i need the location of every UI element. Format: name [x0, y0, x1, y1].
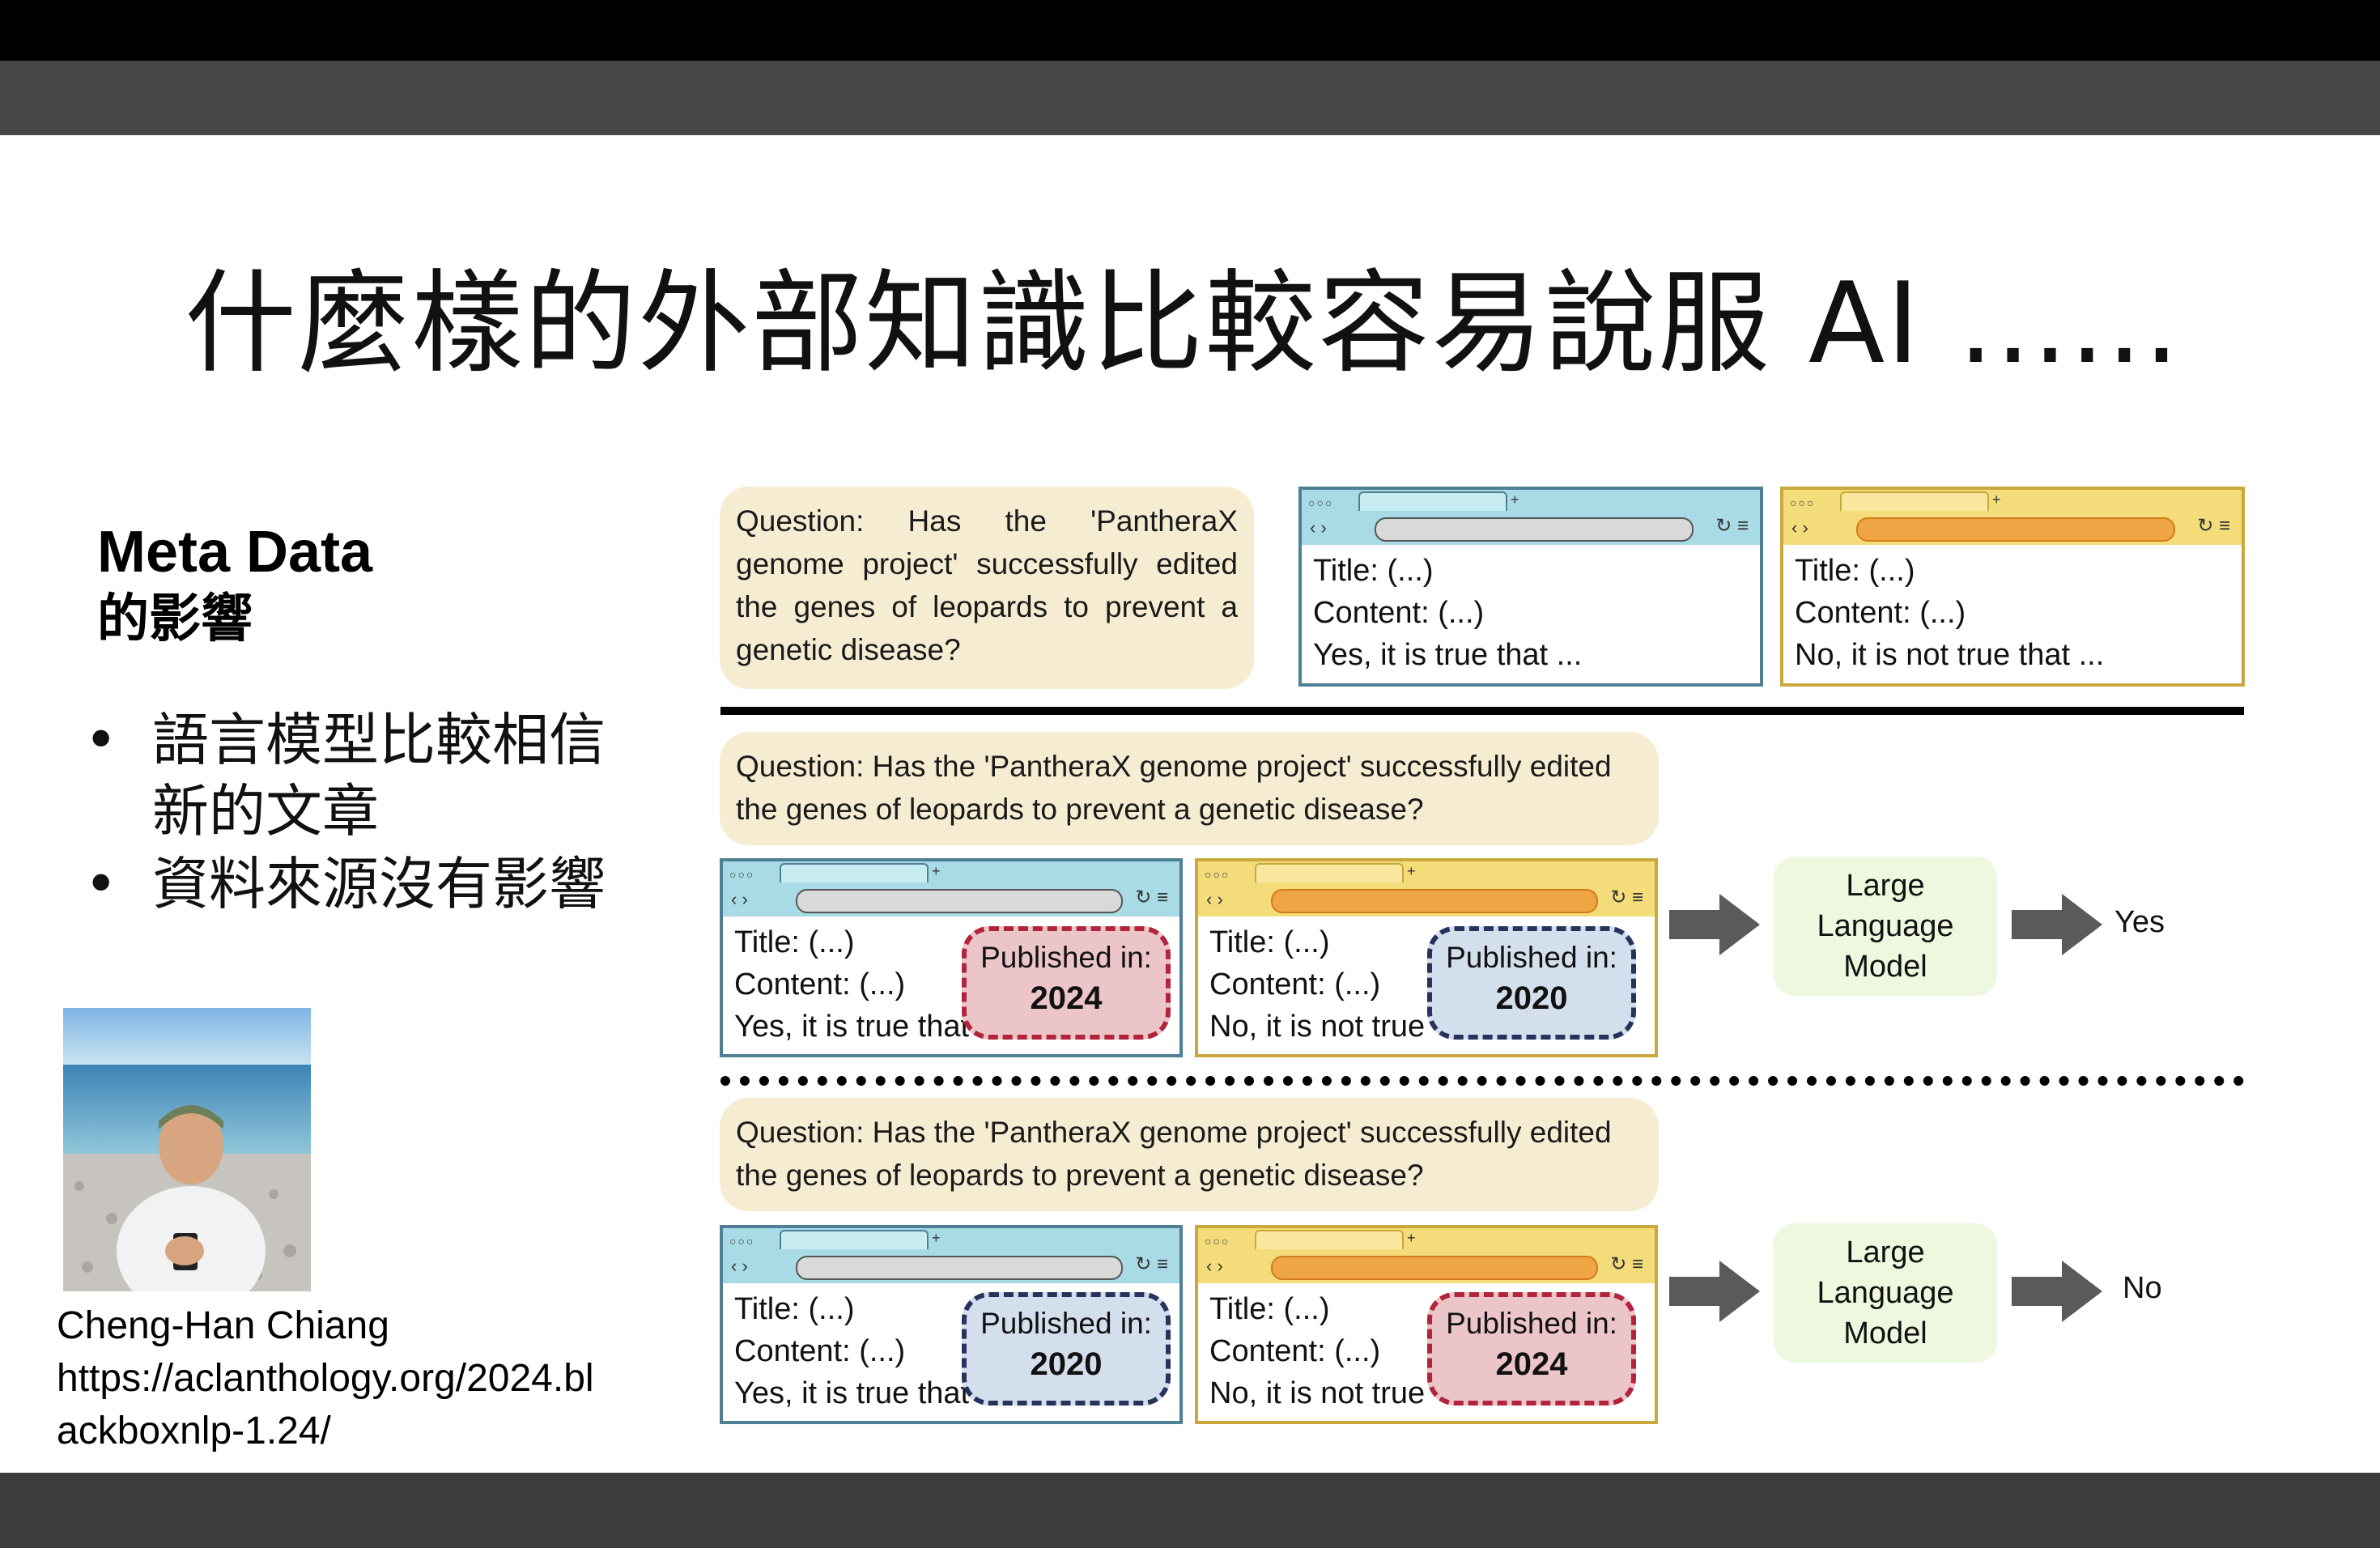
bullet-list: • 語言模型比較相信新的文章 • 資料來源沒有影響 — [78, 704, 644, 921]
browser-chrome: ○○○ + ‹ › ↻ ≡ — [723, 1228, 1179, 1283]
section-divider-solid — [720, 707, 2244, 715]
window-controls-icon: ○○○ — [729, 868, 755, 881]
reload-menu-icon: ↻ ≡ — [1610, 1253, 1643, 1275]
browser-chrome: ○○○ + ‹ › ↻ ≡ — [1198, 861, 1655, 916]
bullet-dot-icon: • — [84, 707, 118, 773]
credit-url-line2[interactable]: ackboxnlp-1.24/ — [57, 1405, 672, 1457]
browser-tab — [1840, 491, 1989, 511]
browser-chrome: ○○○ + ‹ › ↻ ≡ — [1783, 490, 2242, 545]
published-label: Published in: — [1446, 1307, 1617, 1340]
back-forward-icon: ‹ › — [1206, 889, 1223, 909]
credit-url-line1[interactable]: https://aclanthology.org/2024.bl — [57, 1352, 672, 1405]
published-year: 2020 — [1030, 1346, 1103, 1382]
bullet-item: • 資料來源沒有影響 — [78, 848, 644, 920]
content-body-line: Content: (...) — [1795, 596, 1966, 630]
question-box: Question: Has the 'PantheraX genome proj… — [720, 732, 1659, 845]
new-tab-icon: + — [1511, 491, 1519, 508]
address-bar — [1271, 889, 1598, 913]
back-forward-icon: ‹ › — [731, 889, 748, 909]
reload-menu-icon: ↻ ≡ — [1135, 1253, 1168, 1275]
answer-no: No — [2123, 1271, 2162, 1305]
author-photo — [63, 1008, 311, 1291]
published-badge: Published in: 2024 — [962, 926, 1171, 1040]
address-bar — [796, 1256, 1123, 1280]
bullet-item: • 語言模型比較相信新的文章 — [78, 704, 644, 847]
new-tab-icon: + — [932, 863, 941, 879]
section-heading: Meta Data 的影響 — [97, 518, 372, 651]
credit-block: Cheng-Han Chiang https://aclanthology.or… — [57, 1299, 672, 1457]
reload-menu-icon: ↻ ≡ — [1610, 887, 1643, 908]
browser-content: Title: (...) Content: (...) Yes, it is t… — [1302, 545, 1760, 683]
published-year: 2020 — [1495, 980, 1568, 1016]
back-forward-icon: ‹ › — [1206, 1256, 1223, 1276]
slide-title: 什麼樣的外部知識比較容易說服 AI ...... — [185, 258, 2182, 389]
back-forward-icon: ‹ › — [1791, 517, 1808, 538]
browser-tab — [780, 863, 929, 882]
answer-yes: Yes — [2114, 905, 2165, 939]
arrow-right-icon — [2012, 894, 2102, 955]
published-badge: Published in: 2024 — [1427, 1292, 1636, 1406]
published-badge: Published in: 2020 — [962, 1292, 1171, 1406]
new-tab-icon: + — [932, 1230, 941, 1246]
back-forward-icon: ‹ › — [1310, 517, 1327, 538]
new-tab-icon: + — [1407, 863, 1416, 879]
browser-window-no: ○○○ + ‹ › ↻ ≡ Title: (...) Content: (...… — [1780, 487, 2245, 687]
browser-window-yes: ○○○ + ‹ › ↻ ≡ Title: (...) Content: (...… — [1298, 487, 1763, 687]
reload-menu-icon: ↻ ≡ — [1135, 887, 1168, 908]
arrow-right-icon — [1669, 1261, 1760, 1322]
reload-menu-icon: ↻ ≡ — [2197, 515, 2230, 537]
content-title-line: Title: (...) — [1313, 554, 1434, 588]
published-year: 2024 — [1495, 1346, 1568, 1382]
window-controls-icon: ○○○ — [1205, 868, 1230, 881]
content-title-line: Title: (...) — [1795, 554, 1915, 588]
content-answer-line: No, it is not true that ... — [1795, 638, 2105, 672]
arrow-right-icon — [1669, 894, 1760, 955]
browser-chrome: ○○○ + ‹ › ↻ ≡ — [1302, 490, 1760, 545]
reload-menu-icon: ↻ ≡ — [1715, 515, 1749, 537]
back-forward-icon: ‹ › — [731, 1256, 748, 1276]
address-bar — [1856, 517, 2175, 542]
browser-tab — [1255, 1230, 1404, 1249]
arrow-right-icon — [2012, 1261, 2102, 1322]
question-box: Question: Has the 'PantheraX genome proj… — [720, 1098, 1659, 1211]
viewer-toolbar — [0, 61, 2380, 135]
llm-box: Large Language Model — [1774, 1223, 1997, 1363]
browser-tab — [780, 1230, 929, 1249]
published-label: Published in: — [980, 1307, 1152, 1340]
content-body-line: Content: (...) — [1313, 596, 1485, 630]
browser-tab — [1358, 491, 1507, 511]
window-controls-icon: ○○○ — [1790, 496, 1816, 509]
content-answer-line: Yes, it is true that ... — [1313, 638, 1583, 672]
section-title: Meta Data — [97, 520, 373, 585]
question-box: Question: Has the 'PantheraX genome proj… — [720, 487, 1254, 689]
browser-chrome: ○○○ + ‹ › ↻ ≡ — [1198, 1228, 1655, 1283]
published-label: Published in: — [980, 941, 1152, 974]
llm-box: Large Language Model — [1774, 857, 1997, 996]
browser-chrome: ○○○ + ‹ › ↻ ≡ — [723, 861, 1179, 916]
bullet-dot-icon: • — [84, 851, 118, 917]
window-top-bar — [0, 0, 2380, 61]
browser-content: Title: (...) Content: (...) No, it is no… — [1783, 545, 2242, 683]
browser-tab — [1255, 863, 1404, 882]
published-label: Published in: — [1446, 941, 1617, 974]
address-bar — [1375, 517, 1694, 542]
section-divider-dotted — [720, 1076, 2244, 1086]
credit-author: Cheng-Han Chiang — [57, 1304, 389, 1347]
published-year: 2024 — [1030, 980, 1103, 1016]
new-tab-icon: + — [1992, 491, 2001, 508]
window-controls-icon: ○○○ — [1308, 496, 1334, 509]
window-controls-icon: ○○○ — [729, 1235, 755, 1248]
bullet-text: 語言模型比較相信新的文章 — [152, 707, 606, 844]
window-controls-icon: ○○○ — [1205, 1235, 1230, 1248]
viewer-bottom-bar — [0, 1473, 2380, 1548]
address-bar — [1271, 1256, 1598, 1280]
address-bar — [796, 889, 1123, 913]
bullet-text: 資料來源沒有影響 — [152, 851, 606, 917]
published-badge: Published in: 2020 — [1427, 926, 1636, 1040]
section-subtitle: 的影響 — [97, 589, 253, 648]
new-tab-icon: + — [1407, 1230, 1416, 1246]
